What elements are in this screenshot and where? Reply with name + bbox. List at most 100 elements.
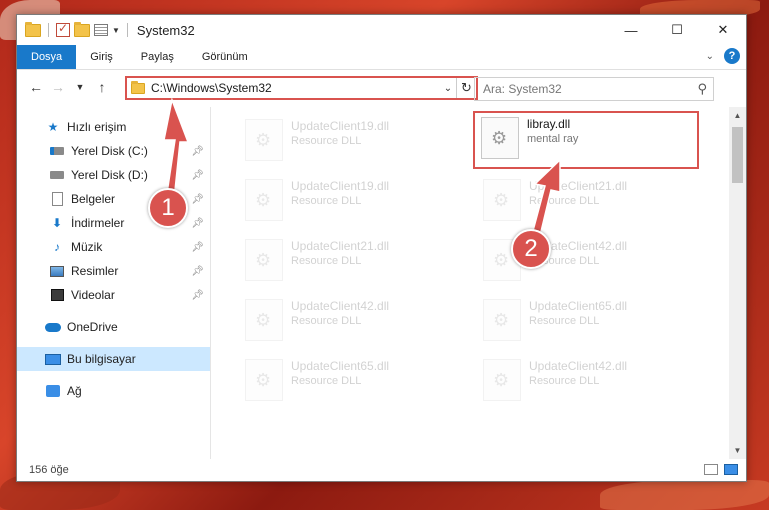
customize-toolbar-icon[interactable] [94,24,108,36]
drive-icon [49,144,65,158]
file-name: UpdateClient65.dll [291,359,390,373]
pin-icon[interactable]: 📌︎ [191,242,204,253]
new-folder-icon[interactable] [74,21,90,37]
large-icons-view-icon[interactable] [724,464,738,475]
nav-item-disk-c[interactable]: Yerel Disk (C:) 📌︎ [17,139,210,163]
tab-dosya[interactable]: Dosya [17,45,77,69]
folder-icon [25,21,41,37]
video-icon [49,288,65,302]
maximize-button[interactable]: ☐ [654,15,700,45]
nav-item-label: Yerel Disk (D:) [71,168,148,182]
vertical-scrollbar[interactable]: ▲ ▼ [729,107,746,459]
file-explorer-window: ▼ System32 — ☐ ✕ Dosya Giriş Paylaş Görü… [16,14,747,482]
nav-item-quick-access[interactable]: ★ Hızlı erişim [17,115,210,139]
pin-icon[interactable]: 📌︎ [191,218,204,229]
pictures-icon [49,264,65,278]
properties-check-icon[interactable] [56,21,70,37]
dll-file-icon [245,239,283,281]
dll-file-icon [245,179,283,221]
file-name: UpdateClient65.dll [529,299,628,313]
dll-file-icon [483,359,521,401]
nav-item-pictures[interactable]: Resimler 📌︎ [17,259,210,283]
file-item[interactable]: UpdateClient21.dll Resource DLL [239,235,469,287]
ribbon-controls: ⌄ ? [706,48,740,64]
quick-access-toolbar: ▼ [17,21,131,37]
expand-ribbon-icon[interactable]: ⌄ [706,51,714,62]
file-item[interactable]: UpdateClient42.dll Resource DLL [477,355,707,407]
file-name: UpdateClient21.dll [291,239,390,253]
recent-locations-button[interactable]: ▼ [69,82,91,92]
music-icon: ♪ [54,240,60,254]
scroll-thumb[interactable] [732,127,743,183]
details-view-icon[interactable] [704,464,718,475]
file-item[interactable]: UpdateClient19.dll Resource DLL [239,115,469,167]
up-button[interactable]: ↑ [91,79,113,95]
dll-file-icon [483,299,521,341]
address-bar[interactable]: C:\Windows\System32 ⌄ ↻ [125,76,478,100]
item-count: 156 öğe [29,464,69,476]
file-type: Resource DLL [291,315,362,327]
main-area: ★ Hızlı erişim Yerel Disk (C:) 📌︎ Yerel … [17,107,746,459]
star-icon: ★ [47,120,59,134]
ribbon-tabs: Dosya Giriş Paylaş Görünüm ⌄ ? [17,45,746,69]
search-placeholder: Ara: System32 [483,82,562,96]
nav-item-music[interactable]: ♪ Müzik 📌︎ [17,235,210,259]
nav-item-disk-d[interactable]: Yerel Disk (D:) 📌︎ [17,163,210,187]
file-type: Resource DLL [529,195,600,207]
status-bar: 156 öğe [17,459,746,481]
callout-step-2: 2 [511,229,551,269]
pin-icon[interactable]: 📌︎ [191,170,204,181]
nav-item-label: Müzik [71,240,103,254]
pin-icon[interactable]: 📌︎ [191,266,204,277]
navigation-pane: ★ Hızlı erişim Yerel Disk (C:) 📌︎ Yerel … [17,107,211,459]
pin-icon[interactable]: 📌︎ [191,290,204,301]
file-list: UpdateClient19.dll Resource DLL libray.d… [211,107,746,459]
nav-item-network[interactable]: Ağ [17,379,210,403]
file-item-libray[interactable]: libray.dll mental ray [473,111,699,169]
file-type: mental ray [527,133,579,145]
tab-gorunum[interactable]: Görünüm [188,45,262,69]
nav-item-videos[interactable]: Videolar 📌︎ [17,283,210,307]
close-button[interactable]: ✕ [700,15,746,45]
tab-paylas[interactable]: Paylaş [127,45,188,69]
drive-icon [49,168,65,182]
file-type: Resource DLL [529,375,600,387]
search-input[interactable]: Ara: System32 ⚲ [474,77,714,101]
help-icon[interactable]: ? [724,48,740,64]
minimize-button[interactable]: — [608,15,654,45]
file-type: Resource DLL [291,375,362,387]
address-dropdown-icon[interactable]: ⌄ [440,83,456,94]
view-switcher [704,464,738,475]
pin-icon[interactable]: 📌︎ [191,146,204,157]
dll-file-icon [245,359,283,401]
file-item[interactable]: UpdateClient19.dll Resource DLL [239,175,469,227]
scroll-down-icon[interactable]: ▼ [729,442,746,459]
refresh-icon[interactable]: ↻ [456,78,476,98]
file-item[interactable]: UpdateClient21.dll Resource DLL [477,175,707,227]
back-button[interactable]: ← [25,79,47,95]
nav-item-this-pc[interactable]: Bu bilgisayar [17,347,210,371]
address-path[interactable]: C:\Windows\System32 [151,81,440,95]
nav-item-label: Videolar [71,288,115,302]
pin-icon[interactable]: 📌︎ [191,194,204,205]
divider [126,23,128,37]
window-title: System32 [136,22,195,38]
scroll-up-icon[interactable]: ▲ [729,107,746,124]
file-name: UpdateClient42.dll [291,299,390,313]
nav-item-label: Bu bilgisayar [67,352,136,366]
file-item[interactable]: UpdateClient65.dll Resource DLL [239,355,469,407]
file-item[interactable]: UpdateClient65.dll Resource DLL [477,295,707,347]
file-item[interactable]: UpdateClient42.dll Resource DLL [239,295,469,347]
download-icon: ⬇ [51,216,63,230]
chevron-down-icon[interactable]: ▼ [112,26,120,35]
tab-giris[interactable]: Giriş [76,45,127,69]
nav-item-onedrive[interactable]: OneDrive [17,315,210,339]
forward-button[interactable]: → [47,79,69,95]
search-icon[interactable]: ⚲ [697,81,707,97]
window-controls: — ☐ ✕ [608,15,746,45]
nav-item-label: OneDrive [67,320,118,334]
divider [48,23,49,37]
file-name: libray.dll [527,117,571,131]
callout-step-1: 1 [148,188,188,228]
nav-item-label: Resimler [71,264,119,278]
